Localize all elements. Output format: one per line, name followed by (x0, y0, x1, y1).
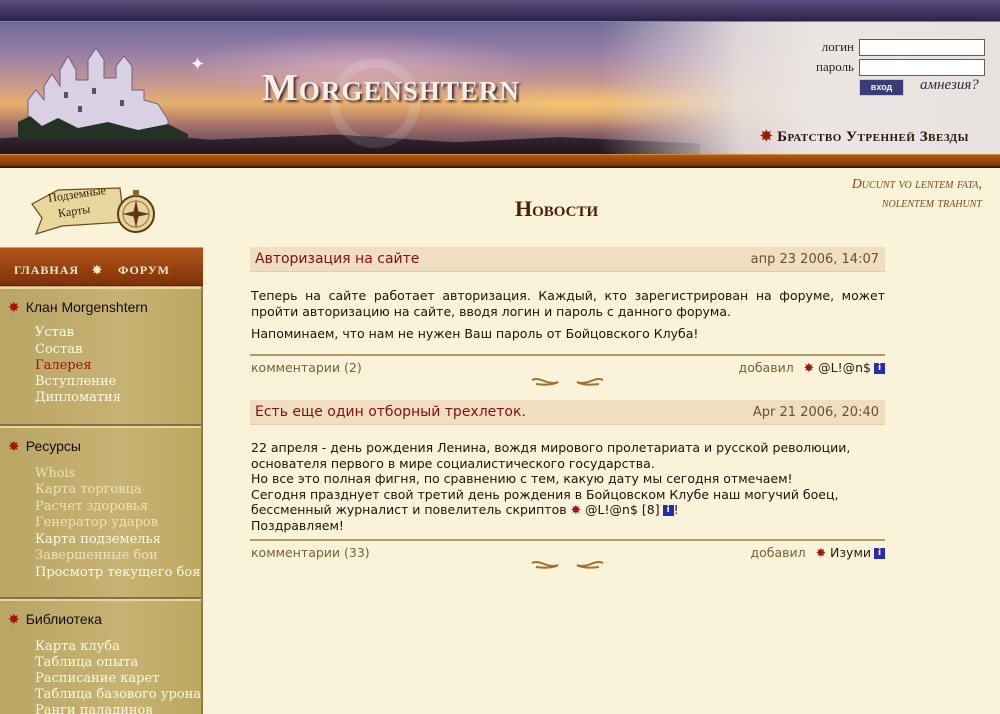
news-line: Сегодня празднует свой третий день рожде… (251, 486, 839, 502)
sidebar-item-carriage-schedule[interactable]: Расписание карет (35, 671, 159, 686)
sidebar-section-library: ✸ Библиотека Карта клуба Таблица опыта Ра… (0, 599, 201, 714)
news-line: Но все это полная фигня, по сравнению с … (251, 471, 793, 486)
info-icon[interactable]: i (874, 363, 885, 374)
clan-star-icon: ✸ (570, 502, 582, 517)
enter-button[interactable]: вход (859, 79, 904, 96)
sidebar-item-base-damage[interactable]: Таблица базового урона (35, 687, 201, 702)
sidebar-item-diplomacy[interactable]: Дипломатия (35, 390, 121, 405)
inline-nick-link[interactable]: @L!@n$ (585, 502, 638, 517)
news-body: Теперь на сайте работает авторизация. Ка… (251, 288, 885, 349)
sidebar-section-resources: ✸ Ресурсы Whois Карта торговца Расчет здо… (0, 426, 201, 599)
site-title: Morgenshtern (262, 67, 520, 109)
clan-star-icon: ✸ (815, 545, 827, 560)
info-icon[interactable]: i (874, 548, 885, 559)
underground-maps-logo[interactable]: Подземные Карты (28, 182, 160, 240)
sidebar-item-whois[interactable]: Whois (35, 466, 75, 481)
star-icon: ✸ (8, 611, 20, 627)
sidebar-item-paladin-ranks[interactable]: Ранги паладинов (35, 703, 153, 714)
sidebar-heading-label: Библиотека (25, 611, 102, 627)
sidebar-item-current-battle[interactable]: Просмотр текущего боя (35, 565, 200, 580)
sparkle-icon: ✦ (190, 54, 206, 74)
news-line: Поздравляем! (251, 517, 344, 533)
brotherhood-label: Братство Утренней Звезды (777, 129, 969, 145)
clan-star-icon: ✸ (803, 360, 815, 375)
header-banner: ✦ Morgenshtern логин пароль вход амнезия… (0, 22, 1000, 154)
page-title: Новости (515, 196, 599, 221)
motto: Ducunt vo lentem fata, nolentem trahunt (852, 175, 982, 213)
flourish-icon (531, 378, 604, 386)
star-icon: ✸ (760, 129, 774, 145)
star-icon: ✸ (8, 438, 20, 454)
header-divider (0, 154, 1000, 168)
news-line-text: бессменный журналист и повелитель скрипт… (251, 502, 567, 517)
sidebar-item-charter[interactable]: Устав (35, 325, 74, 340)
amnesia-link[interactable]: амнезия? (920, 77, 979, 94)
brotherhood-link[interactable]: ✸ Братство Утренней Звезды (760, 127, 969, 146)
added-label: добавил (738, 360, 794, 375)
sidebar-item-club-map[interactable]: Карта клуба (35, 639, 120, 654)
nav-forum-link[interactable]: ФОРУМ (118, 263, 170, 278)
password-input[interactable] (859, 59, 985, 76)
top-nav: ГЛАВНАЯ ✸ ФОРУМ (0, 247, 203, 286)
nav-separator-icon: ✸ (92, 263, 104, 277)
added-by: добавил ✸ @L!@n$ i (739, 360, 885, 375)
comments-link[interactable]: комментарии (2) (251, 360, 362, 375)
login-label: логин (821, 39, 854, 54)
top-strip (0, 0, 1000, 22)
sidebar-section-clan: ✸ Клан Morgenshtern Устав Состав Галерея … (0, 287, 201, 426)
login-input[interactable] (859, 39, 985, 56)
sidebar-heading-clan: ✸ Клан Morgenshtern (8, 299, 148, 316)
sidebar-item-join[interactable]: Вступление (35, 374, 116, 389)
author-link[interactable]: @L!@n$ (818, 360, 871, 375)
news-header: Есть еще один отборный трехлеток. Apr 21… (250, 400, 885, 425)
news-line-with-nick: бессменный журналист и повелитель скрипт… (251, 502, 885, 518)
sidebar-heading-label: Ресурсы (25, 438, 81, 454)
news-line: основателя первого в мире социалистическ… (251, 455, 655, 471)
news-footer: комментарии (2) добавил ✸ @L!@n$ i (250, 354, 885, 375)
password-label: пароль (816, 59, 854, 74)
author-link[interactable]: Изуми (830, 545, 871, 560)
sidebar-heading-resources: ✸ Ресурсы (8, 438, 81, 455)
added-label: добавил (750, 545, 806, 560)
sidebar-heading-label: Клан Morgenshtern (25, 299, 148, 315)
news-paragraph: Напоминаем, что нам не нужен Ваш пароль … (251, 326, 699, 341)
nav-main-link[interactable]: ГЛАВНАЯ (14, 263, 79, 278)
motto-line2: nolentem trahunt (881, 196, 982, 211)
sidebar-item-dungeon-map[interactable]: Карта подземелья (35, 532, 161, 547)
sidebar-item-trader-map[interactable]: Карта торговца (35, 482, 142, 497)
news-line: 22 апреля - день рождения Ленина, вождя … (251, 440, 851, 455)
sidebar-item-roster[interactable]: Состав (35, 342, 82, 357)
news-title: Есть еще один отборный трехлеток. (255, 404, 526, 420)
news-paragraph: Теперь на сайте работает авторизация. Ка… (251, 288, 885, 319)
info-icon[interactable]: i (662, 505, 674, 516)
sidebar-item-gallery[interactable]: Галерея (35, 358, 92, 373)
motto-line1: Ducunt vo lentem fata, (851, 177, 982, 192)
news-date: Apr 21 2006, 20:40 (752, 405, 879, 420)
sidebar-item-hit-generator[interactable]: Генератор ударов (35, 515, 158, 530)
flourish-icon (531, 561, 604, 569)
news-header: Авторизация на сайте апр 23 2006, 14:07 (250, 247, 885, 272)
sidebar-item-exp-table[interactable]: Таблица опыта (35, 655, 138, 670)
news-date: апр 23 2006, 14:07 (750, 252, 879, 267)
comments-link[interactable]: комментарии (33) (251, 545, 370, 560)
star-icon: ✸ (8, 299, 20, 315)
news-body: 22 апреля - день рождения Ленина, вождя … (251, 440, 885, 533)
news-title: Авторизация на сайте (255, 251, 420, 267)
sidebar-item-health-calc[interactable]: Расчет здоровья (35, 499, 148, 514)
sidebar-item-finished-battles[interactable]: Завершенные бои (35, 548, 158, 563)
news-footer: комментарии (33) добавил ✸ Изуми i (250, 539, 885, 560)
inline-level: [8] (641, 502, 660, 517)
added-by: добавил ✸ Изуми i (750, 545, 885, 560)
sidebar-heading-library: ✸ Библиотека (8, 611, 102, 628)
castle-icon (18, 47, 188, 140)
compass-icon (117, 190, 155, 233)
exclaim: ! (673, 502, 679, 517)
